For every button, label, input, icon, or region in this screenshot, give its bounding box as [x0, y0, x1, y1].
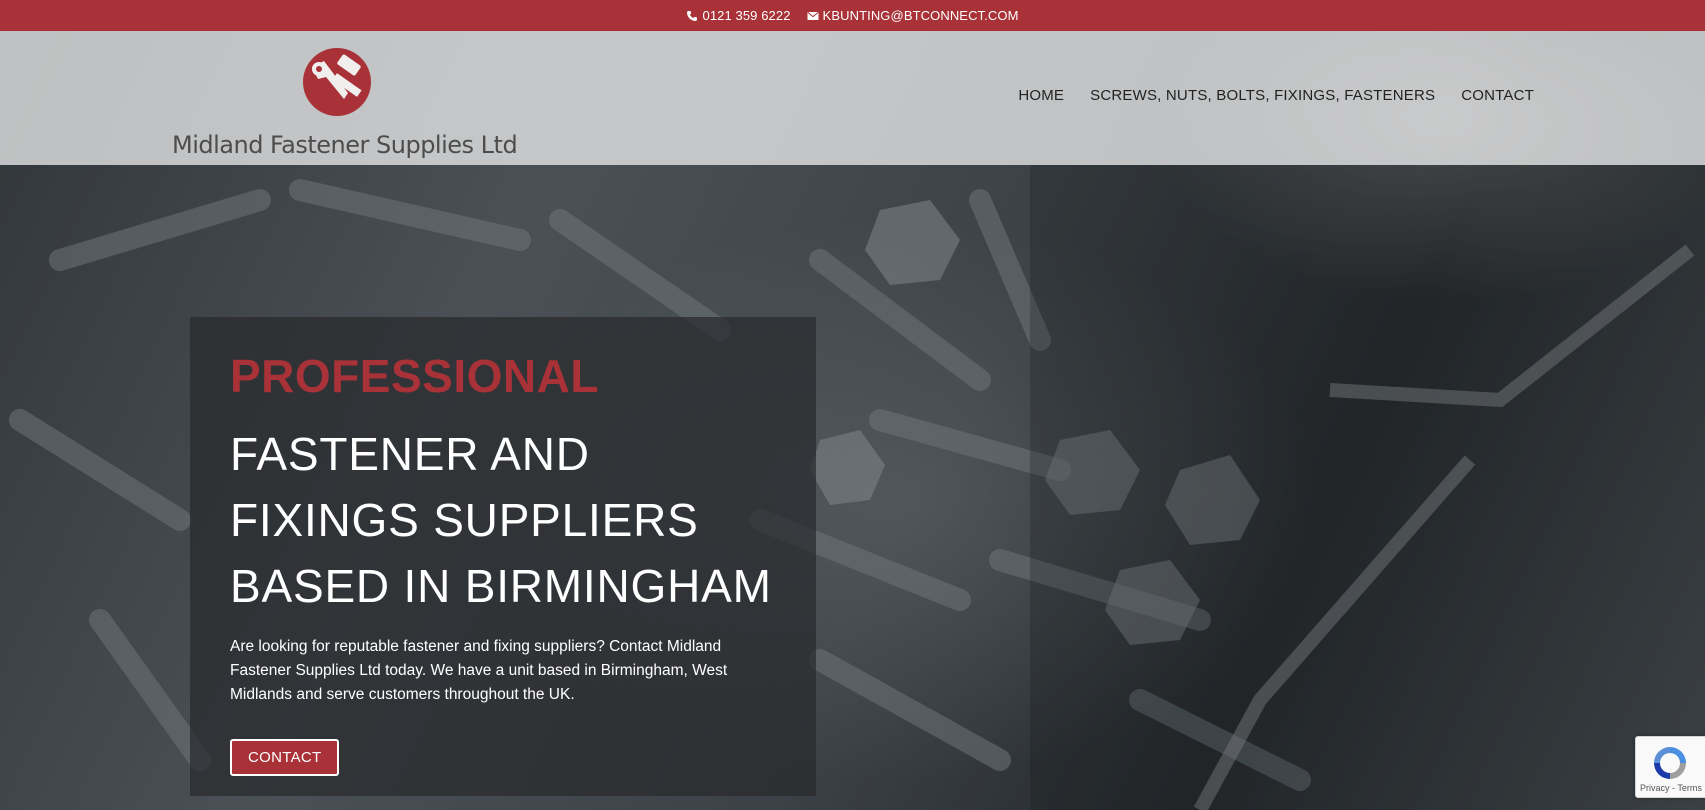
- phone-icon: [687, 10, 698, 21]
- nav-home[interactable]: HOME: [1018, 87, 1064, 104]
- recaptcha-icon: [1654, 747, 1686, 779]
- recaptcha-terms[interactable]: Privacy - Terms: [1640, 783, 1702, 793]
- recaptcha-badge[interactable]: Privacy - Terms: [1635, 736, 1705, 798]
- hero-title: FASTENER AND FIXINGS SUPPLIERS BASED IN …: [230, 428, 772, 612]
- top-contact-bar: 0121 359 6222 KBUNTING@BTCONNECT.COM: [0, 0, 1705, 31]
- phone-contact[interactable]: 0121 359 6222: [686, 8, 790, 23]
- hero-kicker: PROFESSIONAL: [230, 350, 599, 402]
- logo-tools-icon: [303, 48, 371, 116]
- site-logo[interactable]: Midland Fastener Supplies Ltd: [172, 47, 518, 159]
- hero-content-box: PROFESSIONAL FASTENER AND FIXINGS SUPPLI…: [190, 317, 816, 796]
- logo-text: Midland Fastener Supplies Ltd: [172, 131, 518, 159]
- phone-number: 0121 359 6222: [702, 8, 791, 23]
- nav-contact[interactable]: CONTACT: [1461, 87, 1534, 104]
- email-address: KBUNTING@BTCONNECT.COM: [822, 8, 1019, 23]
- site-header: Midland Fastener Supplies Ltd HOME SCREW…: [0, 31, 1705, 165]
- hero-contact-button[interactable]: CONTACT: [230, 739, 340, 776]
- hero-description: Are looking for reputable fastener and f…: [230, 638, 728, 703]
- main-navigation: HOME SCREWS, NUTS, BOLTS, FIXINGS, FASTE…: [1018, 87, 1534, 104]
- email-icon: [807, 11, 819, 20]
- email-contact[interactable]: KBUNTING@BTCONNECT.COM: [807, 8, 1019, 23]
- nav-screws-nuts-bolts[interactable]: SCREWS, NUTS, BOLTS, FIXINGS, FASTENERS: [1090, 87, 1435, 104]
